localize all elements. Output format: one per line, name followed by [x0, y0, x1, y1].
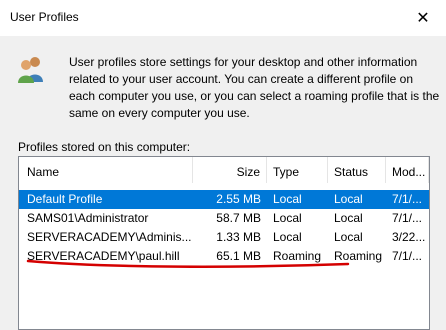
column-header-status[interactable]: Status [328, 157, 386, 183]
cell-size: 58.7 MB [216, 211, 261, 225]
profiles-list-label: Profiles stored on this computer: [18, 140, 191, 154]
column-header-size[interactable]: Size [193, 157, 267, 183]
cell-status: Local [334, 230, 363, 244]
cell-size: 1.33 MB [216, 230, 261, 244]
cell-status: Roaming [334, 249, 383, 263]
close-icon[interactable]: ✕ [400, 0, 446, 36]
cell-type: Roaming [273, 249, 322, 263]
cell-status: Local [334, 211, 363, 225]
cell-modified: 7/1/... [392, 192, 423, 206]
cell-modified: 7/1/... [392, 211, 423, 225]
column-header-type[interactable]: Type [267, 157, 328, 183]
cell-name: Default Profile [27, 192, 103, 206]
cell-name: SERVERACADEMY\Adminis... [27, 230, 192, 244]
window-title: User Profiles [10, 10, 79, 24]
table-row[interactable]: SERVERACADEMY\paul.hill 65.1 MB Roaming … [19, 247, 429, 266]
table-row[interactable]: Default Profile 2.55 MB Local Local 7/1/… [19, 190, 429, 209]
cell-size: 65.1 MB [216, 249, 261, 263]
dialog-body: User profiles store settings for your de… [0, 36, 446, 330]
cell-type: Local [273, 192, 302, 206]
users-icon [18, 57, 43, 83]
list-header: Name Size Type Status Mod... [19, 157, 429, 183]
table-row[interactable]: SAMS01\Administrator 58.7 MB Local Local… [19, 209, 429, 228]
cell-name: SAMS01\Administrator [27, 211, 149, 225]
cell-status: Local [334, 192, 363, 206]
cell-modified: 7/1/... [392, 249, 423, 263]
cell-modified: 3/22... [392, 230, 426, 244]
column-header-name[interactable]: Name [19, 157, 193, 183]
cell-size: 2.55 MB [216, 192, 261, 206]
column-header-modified[interactable]: Mod... [386, 157, 429, 183]
title-bar: User Profiles ✕ [0, 0, 446, 37]
profiles-list[interactable]: Name Size Type Status Mod... Default Pro… [18, 156, 430, 330]
cell-type: Local [273, 211, 302, 225]
profiles-description: User profiles store settings for your de… [69, 55, 440, 120]
cell-name: SERVERACADEMY\paul.hill [27, 249, 180, 263]
table-row[interactable]: SERVERACADEMY\Adminis... 1.33 MB Local L… [19, 228, 429, 247]
cell-type: Local [273, 230, 302, 244]
